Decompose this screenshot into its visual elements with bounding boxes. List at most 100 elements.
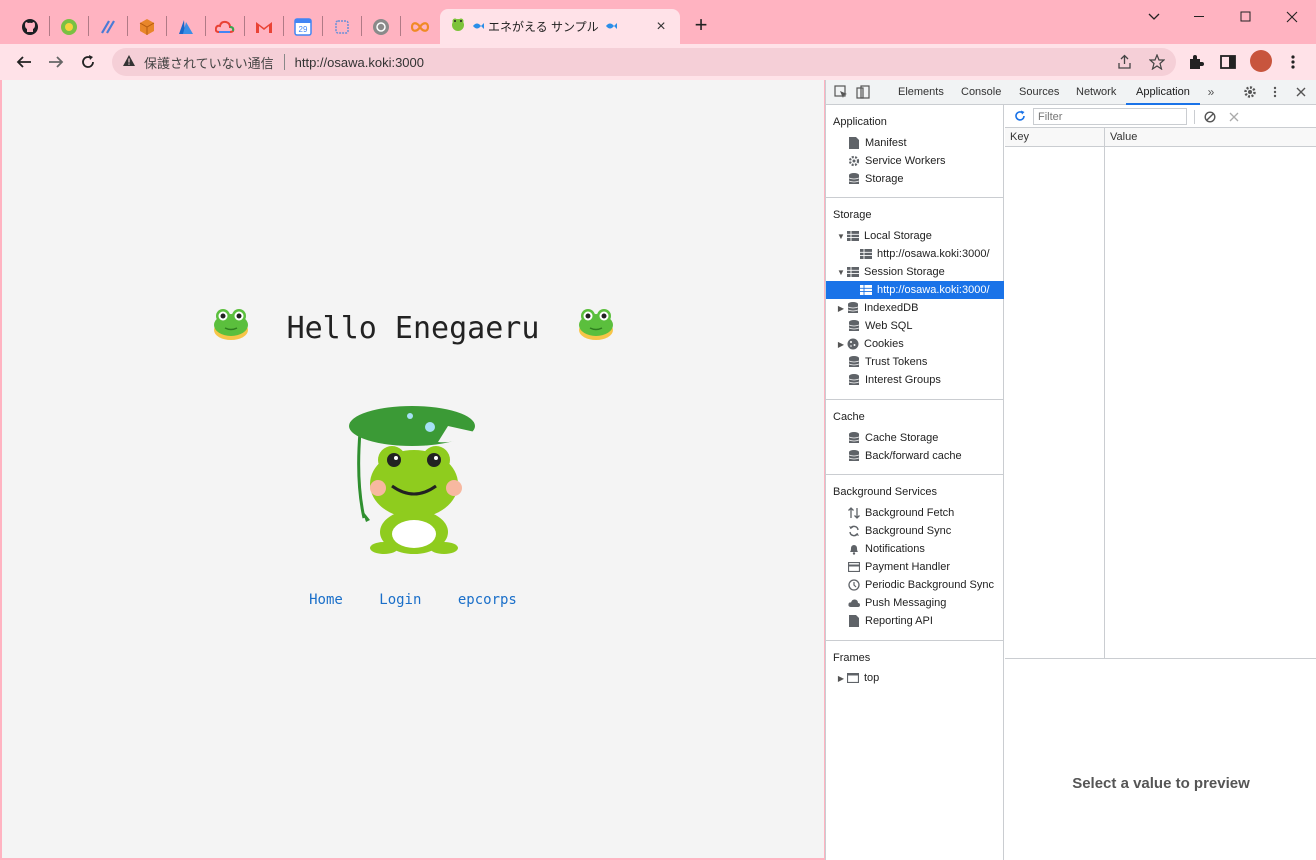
sidebar-item-manifest[interactable]: Manifest [826,134,1004,152]
collapsed-triangle-icon[interactable]: ▶ [836,304,846,313]
extensions-puzzle-icon[interactable] [1187,53,1205,71]
storage-view: Key Value Select a value to preview [1005,105,1316,860]
sidebar-item-local-storage[interactable]: ▼ Local Storage [826,227,1004,245]
profile-avatar[interactable] [1250,50,1272,72]
inspect-element-icon[interactable] [834,85,848,99]
azure-icon[interactable] [171,12,201,42]
database-icon [847,449,861,463]
active-tab[interactable]: エネがえる サンプル × [440,9,680,44]
address-bar[interactable]: 保護されていない通信 http://osawa.koki:3000 [112,48,1176,76]
login-link[interactable]: Login [379,592,421,608]
database-icon [847,373,861,387]
sidebar-item-service-workers[interactable]: Service Workers [826,152,1004,170]
tab-sources[interactable]: Sources [1019,86,1059,98]
browser-toolbar: 保護されていない通信 http://osawa.koki:3000 [0,44,1316,80]
tab-elements[interactable]: Elements [898,86,944,98]
settings-gear-icon[interactable] [1243,85,1257,99]
frog-favicon-icon [450,16,466,37]
side-panel-icon[interactable] [1219,53,1237,71]
tab-network[interactable]: Network [1076,86,1116,98]
bookmark-star-icon[interactable] [1148,53,1166,71]
frog-with-leaf-image [348,402,482,563]
sidebar-item-push-messaging[interactable]: Push Messaging [826,594,1004,612]
more-tabs-icon[interactable]: » [1204,85,1218,99]
devtools-menu-icon[interactable] [1268,85,1282,99]
tab-application[interactable]: Application [1136,86,1190,98]
epcorps-link[interactable]: epcorps [458,592,517,608]
collapsed-triangle-icon[interactable]: ▶ [836,340,846,349]
sidebar-item-notifications[interactable]: Notifications [826,540,1004,558]
sidebar-item-payment-handler[interactable]: Payment Handler [826,558,1004,576]
preview-placeholder: Select a value to preview [1072,775,1250,792]
cloud-icon[interactable] [210,12,240,42]
key-column-header[interactable]: Key [1010,131,1029,143]
sidebar-item-interest-groups[interactable]: Interest Groups [826,371,1004,389]
page-viewport: Hello Enegaeru Home Login epcorps [2,80,824,858]
sidebar-item-background-sync[interactable]: Background Sync [826,522,1004,540]
warning-icon[interactable] [122,54,136,70]
cookie-icon [846,337,860,351]
refresh-icon[interactable] [1013,109,1027,123]
file-icon [847,614,861,628]
github-icon[interactable] [15,12,45,42]
back-button[interactable] [12,50,36,74]
close-window-button[interactable] [1269,6,1315,28]
kv-table-header: Key Value [1005,128,1316,147]
sidebar-item-indexeddb[interactable]: ▶ IndexedDB [826,299,1004,317]
sidebar-item-session-storage[interactable]: ▼ Session Storage [826,263,1004,281]
table-grid-icon [846,229,860,243]
sidebar-item-local-origin[interactable]: http://osawa.koki:3000/ [826,245,1004,263]
forward-button[interactable] [44,50,68,74]
filter-input[interactable] [1033,108,1187,125]
new-tab-button[interactable]: + [690,14,712,38]
circle-logo-icon[interactable] [54,12,84,42]
section-frames-title: Frames [833,652,871,664]
gmail-icon[interactable] [249,12,279,42]
devtools-tabbar: Elements Console Sources Network Applica… [826,80,1316,105]
frog-emoji-icon [213,308,249,348]
sidebar-item-periodic-sync[interactable]: Periodic Background Sync [826,576,1004,594]
calendar-icon[interactable]: 29 [288,12,318,42]
square-icon[interactable] [327,12,357,42]
security-label[interactable]: 保護されていない通信 [144,53,274,72]
infinity-icon[interactable] [405,12,435,42]
sidebar-item-storage[interactable]: Storage [826,170,1004,188]
tab-close-icon[interactable]: × [652,18,670,36]
cloud-icon [847,596,861,610]
sidebar-item-trust-tokens[interactable]: Trust Tokens [826,353,1004,371]
reload-button[interactable] [76,50,100,74]
home-link[interactable]: Home [309,592,343,608]
sidebar-item-cookies[interactable]: ▶ Cookies [826,335,1004,353]
tab-console[interactable]: Console [961,86,1001,98]
frog-emoji-icon [578,308,614,348]
clear-all-icon[interactable] [1203,110,1217,124]
openai-icon[interactable] [366,12,396,42]
tab-title: エネがえる サンプル [488,20,599,34]
share-icon[interactable] [1117,54,1133,70]
gear-icon [847,154,861,168]
sidebar-item-web-sql[interactable]: Web SQL [826,317,1004,335]
sidebar-item-bfcache[interactable]: Back/forward cache [826,447,1004,465]
expanded-triangle-icon[interactable]: ▼ [836,268,846,277]
minimize-button[interactable] [1177,6,1223,28]
fish-icon [605,18,652,36]
close-devtools-icon[interactable] [1294,85,1308,99]
value-column-header[interactable]: Value [1110,131,1137,143]
sidebar-item-reporting-api[interactable]: Reporting API [826,612,1004,630]
tab-search-chevron-icon[interactable] [1131,6,1177,28]
credit-card-icon [847,560,861,574]
expanded-triangle-icon[interactable]: ▼ [836,232,846,241]
slash-logo-icon[interactable] [93,12,123,42]
sidebar-item-background-fetch[interactable]: Background Fetch [826,504,1004,522]
menu-kebab-icon[interactable] [1284,53,1302,71]
url-text[interactable]: http://osawa.koki:3000 [295,55,424,70]
maximize-button[interactable] [1223,6,1269,28]
sidebar-item-frame-top[interactable]: ▶ top [826,669,1004,687]
delete-selected-icon[interactable] [1227,110,1241,124]
collapsed-triangle-icon[interactable]: ▶ [836,674,846,683]
sidebar-item-cache-storage[interactable]: Cache Storage [826,429,1004,447]
application-sidebar: Application Manifest Service Workers Sto… [826,105,1004,860]
box-icon[interactable] [132,12,162,42]
device-toolbar-icon[interactable] [856,85,870,99]
sidebar-item-session-origin[interactable]: http://osawa.koki:3000/ [826,281,1004,299]
